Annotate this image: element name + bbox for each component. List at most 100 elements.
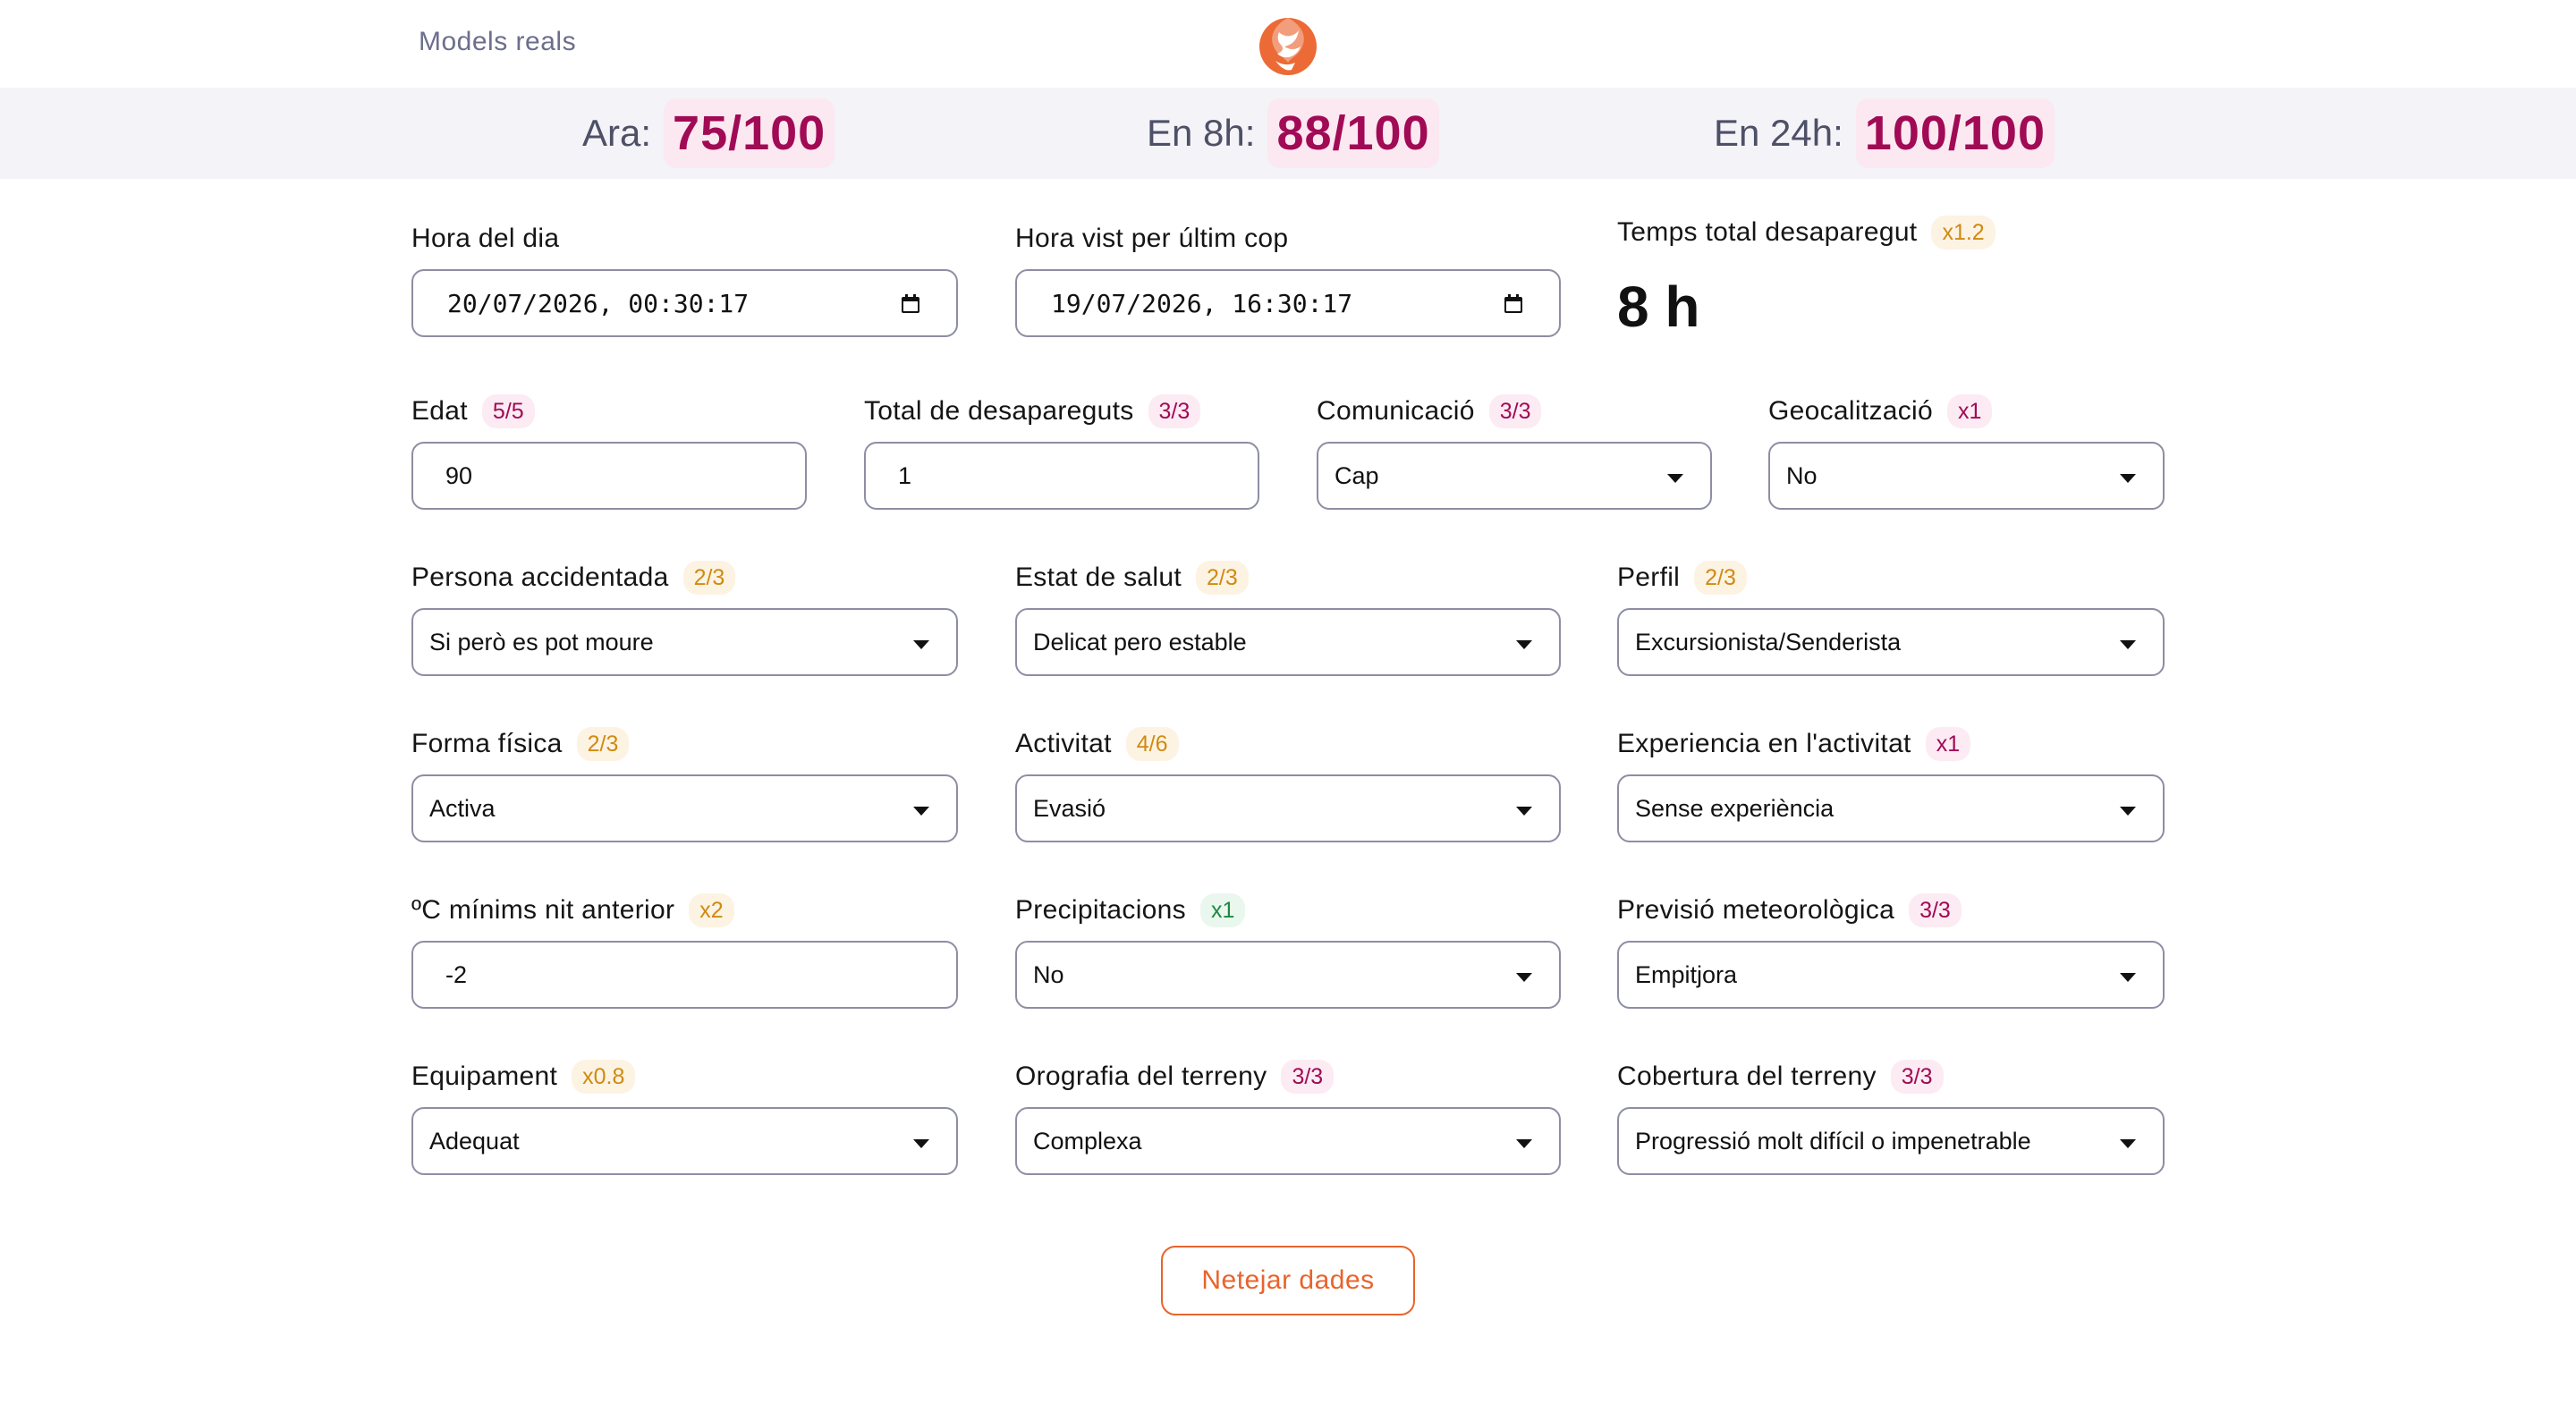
perfil-value: Excursionista/Senderista — [1635, 628, 1902, 655]
equipament-value: Adequat — [429, 1127, 520, 1154]
total-desapareguts-input[interactable]: 1 — [864, 442, 1259, 510]
edat-input[interactable]: 90 — [411, 442, 807, 510]
field-hora-vist: Hora vist per últim cop 19/07/2026, 16:3… — [1015, 221, 1561, 337]
estat-salut-label: Estat de salut — [1015, 562, 1182, 592]
temp-minima-input[interactable]: -2 — [411, 941, 958, 1009]
models-reals-link[interactable]: Models reals — [419, 27, 576, 57]
geocalitzacio-select[interactable]: No — [1768, 442, 2165, 510]
comunicacio-value: Cap — [1335, 461, 1379, 489]
field-equipament: Equipament x0.8 Adequat — [411, 1059, 958, 1175]
edat-label: Edat — [411, 396, 468, 426]
score-24h: En 24h: 100/100 — [1714, 88, 2055, 179]
perfil-badge: 2/3 — [1694, 561, 1747, 595]
temp-minima-badge: x2 — [689, 893, 734, 927]
dropdown-arrow-icon — [913, 640, 929, 649]
previsio-badge: 3/3 — [1909, 893, 1962, 927]
hora-vist-value: 19/07/2026, 16:30:17 — [1051, 288, 1353, 318]
dropdown-arrow-icon — [913, 1139, 929, 1148]
orografia-value: Complexa — [1033, 1127, 1142, 1154]
orografia-badge: 3/3 — [1281, 1060, 1335, 1094]
equipament-label: Equipament — [411, 1061, 558, 1091]
dropdown-arrow-icon — [2120, 973, 2136, 982]
cobertura-badge: 3/3 — [1890, 1060, 1944, 1094]
cobertura-label: Cobertura del terreny — [1617, 1061, 1877, 1091]
dropdown-arrow-icon — [2120, 640, 2136, 649]
perfil-select[interactable]: Excursionista/Senderista — [1617, 608, 2165, 676]
hora-vist-input[interactable]: 19/07/2026, 16:30:17 — [1015, 269, 1561, 337]
field-comunicacio: Comunicació 3/3 Cap — [1317, 393, 1712, 510]
precipitacions-select[interactable]: No — [1015, 941, 1561, 1009]
activitat-select[interactable]: Evasió — [1015, 774, 1561, 842]
activitat-value: Evasió — [1033, 794, 1106, 822]
persona-accidentada-badge: 2/3 — [682, 561, 736, 595]
temp-minima-label: ºC mínims nit anterior — [411, 895, 675, 925]
temps-total-value: 8 h — [1617, 275, 1700, 339]
estat-salut-value: Delicat pero estable — [1033, 628, 1247, 655]
orografia-select[interactable]: Complexa — [1015, 1107, 1561, 1175]
field-geocalitzacio: Geocalització x1 No — [1768, 393, 2165, 510]
hora-dia-value: 20/07/2026, 00:30:17 — [447, 288, 750, 318]
dropdown-arrow-icon — [1516, 1139, 1532, 1148]
top-bar: Models reals — [0, 0, 2576, 88]
score-24h-value: 100/100 — [1855, 98, 2055, 168]
field-forma-fisica: Forma física 2/3 Activa — [411, 726, 958, 842]
dropdown-arrow-icon — [1516, 640, 1532, 649]
field-cobertura: Cobertura del terreny 3/3 Progressió mol… — [1617, 1059, 2165, 1175]
comunicacio-select[interactable]: Cap — [1317, 442, 1712, 510]
dropdown-arrow-icon — [1516, 807, 1532, 816]
cobertura-select[interactable]: Progressió molt difícil o impenetrable — [1617, 1107, 2165, 1175]
precipitacions-value: No — [1033, 960, 1064, 988]
experiencia-select[interactable]: Sense experiència — [1617, 774, 2165, 842]
hora-dia-label: Hora del dia — [411, 224, 560, 253]
activitat-label: Activitat — [1015, 729, 1112, 758]
calendar-icon[interactable] — [1504, 294, 1523, 314]
persona-accidentada-select[interactable]: Si però es pot moure — [411, 608, 958, 676]
forma-fisica-badge: 2/3 — [576, 727, 630, 761]
activitat-badge: 4/6 — [1125, 727, 1179, 761]
netejar-dades-button[interactable]: Netejar dades — [1161, 1246, 1415, 1315]
orografia-label: Orografia del terreny — [1015, 1061, 1267, 1091]
comunicacio-badge: 3/3 — [1488, 394, 1542, 428]
previsio-label: Previsió meteorològica — [1617, 895, 1895, 925]
field-precipitacions: Precipitacions x1 No — [1015, 892, 1561, 1009]
hora-dia-input[interactable]: 20/07/2026, 00:30:17 — [411, 269, 958, 337]
dropdown-arrow-icon — [1516, 973, 1532, 982]
calendar-icon[interactable] — [901, 294, 920, 314]
dropdown-arrow-icon — [2120, 1139, 2136, 1148]
field-edat: Edat 5/5 90 — [411, 393, 807, 510]
total-desapareguts-badge: 3/3 — [1148, 394, 1201, 428]
total-desapareguts-value: 1 — [898, 461, 912, 489]
dropdown-arrow-icon — [1667, 474, 1683, 483]
experiencia-value: Sense experiència — [1635, 794, 1835, 822]
score-8h-label: En 8h: — [1147, 112, 1256, 154]
geocalitzacio-value: No — [1786, 461, 1818, 489]
forma-fisica-value: Activa — [429, 794, 496, 822]
field-temp-minima: ºC mínims nit anterior x2 -2 — [411, 892, 958, 1009]
hora-vist-label: Hora vist per últim cop — [1015, 224, 1289, 253]
field-perfil: Perfil 2/3 Excursionista/Senderista — [1617, 560, 2165, 676]
estat-salut-select[interactable]: Delicat pero estable — [1015, 608, 1561, 676]
field-hora-dia: Hora del dia 20/07/2026, 00:30:17 — [411, 221, 958, 337]
persona-accidentada-value: Si però es pot moure — [429, 628, 654, 655]
score-24h-label: En 24h: — [1714, 112, 1843, 154]
precipitacions-badge: x1 — [1199, 893, 1246, 927]
previsio-select[interactable]: Empitjora — [1617, 941, 2165, 1009]
cobertura-value: Progressió molt difícil o impenetrable — [1635, 1127, 2031, 1154]
field-persona-accidentada: Persona accidentada 2/3 Si però es pot m… — [411, 560, 958, 676]
forma-fisica-label: Forma física — [411, 729, 563, 758]
total-desapareguts-label: Total de desapareguts — [864, 396, 1134, 426]
geocalitzacio-label: Geocalització — [1768, 396, 1933, 426]
field-previsio: Previsió meteorològica 3/3 Empitjora — [1617, 892, 2165, 1009]
dropdown-arrow-icon — [913, 807, 929, 816]
field-temps-total: Temps total desaparegut x1.2 8 h — [1617, 215, 1996, 339]
equipament-badge: x0.8 — [572, 1060, 636, 1094]
experiencia-label: Experiencia en l'activitat — [1617, 729, 1911, 758]
field-experiencia: Experiencia en l'activitat x1 Sense expe… — [1617, 726, 2165, 842]
field-activitat: Activitat 4/6 Evasió — [1015, 726, 1561, 842]
precipitacions-label: Precipitacions — [1015, 895, 1186, 925]
score-band: Ara: 75/100 En 8h: 88/100 En 24h: 100/10… — [0, 88, 2576, 179]
experiencia-badge: x1 — [1925, 727, 1971, 761]
estat-salut-badge: 2/3 — [1195, 561, 1249, 595]
forma-fisica-select[interactable]: Activa — [411, 774, 958, 842]
equipament-select[interactable]: Adequat — [411, 1107, 958, 1175]
